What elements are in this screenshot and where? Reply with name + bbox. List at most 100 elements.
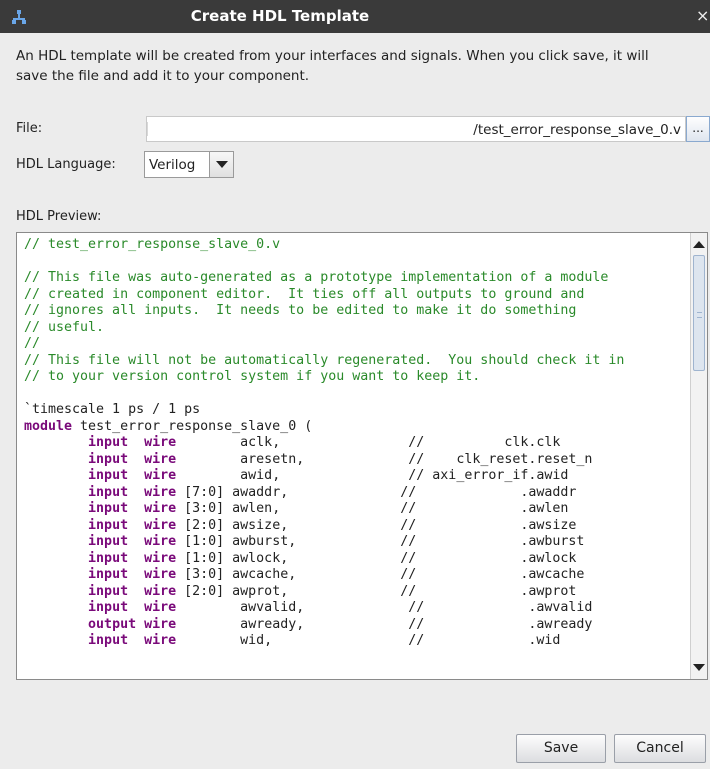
chevron-down-icon[interactable] xyxy=(209,152,233,177)
scroll-down-icon[interactable] xyxy=(693,664,705,671)
code-keyword: output xyxy=(88,616,137,632)
code-token: test_error_response_slave_0 ( xyxy=(72,418,313,434)
code-keyword: input xyxy=(88,534,129,549)
code-line: input wire wid, // .wid xyxy=(24,633,689,650)
code-keyword: input xyxy=(88,567,129,582)
code-token: aclk, // clk.clk xyxy=(176,435,561,450)
code-keyword: input xyxy=(88,633,129,648)
code-line: input wire aresetn, // clk_reset.reset_n xyxy=(24,452,689,469)
code-keyword: wire xyxy=(144,583,177,599)
code-comment: // created in component editor. It ties … xyxy=(24,286,585,302)
field-divider xyxy=(147,122,148,136)
code-line: input wire aclk, // clk.clk xyxy=(24,435,689,452)
vertical-scrollbar[interactable] xyxy=(690,233,707,679)
code-comment: // test_error_response_slave_0.v xyxy=(24,237,281,252)
hdl-preview-area[interactable]: // test_error_response_slave_0.v // This … xyxy=(16,232,708,680)
hdl-language-value: Verilog xyxy=(149,157,196,173)
code-line: // xyxy=(24,336,689,353)
code-comment: // ignores all inputs. It needs to be ed… xyxy=(24,303,577,318)
code-keyword: wire xyxy=(144,501,177,516)
window-title: Create HDL Template xyxy=(190,7,370,25)
code-comment: // xyxy=(24,336,41,351)
hdl-language-label: HDL Language: xyxy=(16,157,116,172)
description-text: An HDL template will be created from you… xyxy=(16,48,649,84)
code-token: [7:0] awaddr, // .awaddr xyxy=(176,484,577,500)
code-keyword: input xyxy=(88,600,129,615)
cancel-button[interactable]: Cancel xyxy=(614,734,706,763)
save-button[interactable]: Save xyxy=(516,734,606,763)
code-line: module test_error_response_slave_0 ( xyxy=(24,419,689,436)
code-line: input wire [1:0] awlock, // .awlock xyxy=(24,551,689,568)
code-line: // This file was auto-generated as a pro… xyxy=(24,270,689,287)
code-token: `timescale 1 ps / 1 ps xyxy=(24,402,201,417)
code-keyword: input xyxy=(88,435,129,450)
code-line: input wire [1:0] awburst, // .awburst xyxy=(24,534,689,551)
code-keyword: wire xyxy=(144,550,177,566)
close-icon[interactable]: × xyxy=(696,6,710,25)
code-token: wid, // .wid xyxy=(176,633,561,648)
code-line: // to your version control system if you… xyxy=(24,369,689,386)
code-line: input wire awid, // axi_error_if.awid xyxy=(24,468,689,485)
code-line: input wire [3:0] awlen, // .awlen xyxy=(24,501,689,518)
code-line: // useful. xyxy=(24,320,689,337)
code-line: // This file will not be automatically r… xyxy=(24,353,689,370)
scroll-up-icon[interactable] xyxy=(693,241,705,248)
code-line: // created in component editor. It ties … xyxy=(24,287,689,304)
code-keyword: wire xyxy=(144,616,177,632)
code-comment: // useful. xyxy=(24,319,105,335)
code-line: // test_error_response_slave_0.v xyxy=(24,237,689,254)
code-keyword: module xyxy=(24,418,73,434)
file-path-field[interactable]: /test_error_response_slave_0.v xyxy=(146,116,686,142)
code-text: // test_error_response_slave_0.v // This … xyxy=(24,237,689,679)
code-token: aresetn, // clk_reset.reset_n xyxy=(176,451,593,467)
code-line: input wire [7:0] awaddr, // .awaddr xyxy=(24,485,689,502)
code-token: awvalid, // .awvalid xyxy=(176,600,593,615)
code-keyword: input xyxy=(88,501,129,516)
code-comment: // to your version control system if you… xyxy=(24,369,481,384)
code-keyword: input xyxy=(88,550,129,566)
code-keyword: wire xyxy=(144,633,177,648)
scrollbar-thumb[interactable] xyxy=(693,255,705,371)
title-bar[interactable]: Create HDL Template × xyxy=(0,0,710,33)
code-token: [2:0] awprot, // .awprot xyxy=(176,583,577,599)
code-line: output wire awready, // .awready xyxy=(24,617,689,634)
code-keyword: wire xyxy=(144,484,177,500)
code-token: [2:0] awsize, // .awsize xyxy=(176,517,577,533)
code-keyword: wire xyxy=(144,567,177,582)
file-label: File: xyxy=(16,121,43,136)
code-keyword: wire xyxy=(144,468,177,483)
code-token: [1:0] awburst, // .awburst xyxy=(176,534,585,549)
code-keyword: input xyxy=(88,468,129,483)
hdl-language-select[interactable]: Verilog xyxy=(144,151,234,178)
code-keyword: wire xyxy=(144,451,177,467)
code-line: // ignores all inputs. It needs to be ed… xyxy=(24,303,689,320)
code-keyword: input xyxy=(88,517,129,533)
code-comment: // This file will not be automatically r… xyxy=(24,352,625,368)
code-token: [3:0] awcache, // .awcache xyxy=(176,567,585,582)
browse-button[interactable]: ... xyxy=(686,116,710,142)
